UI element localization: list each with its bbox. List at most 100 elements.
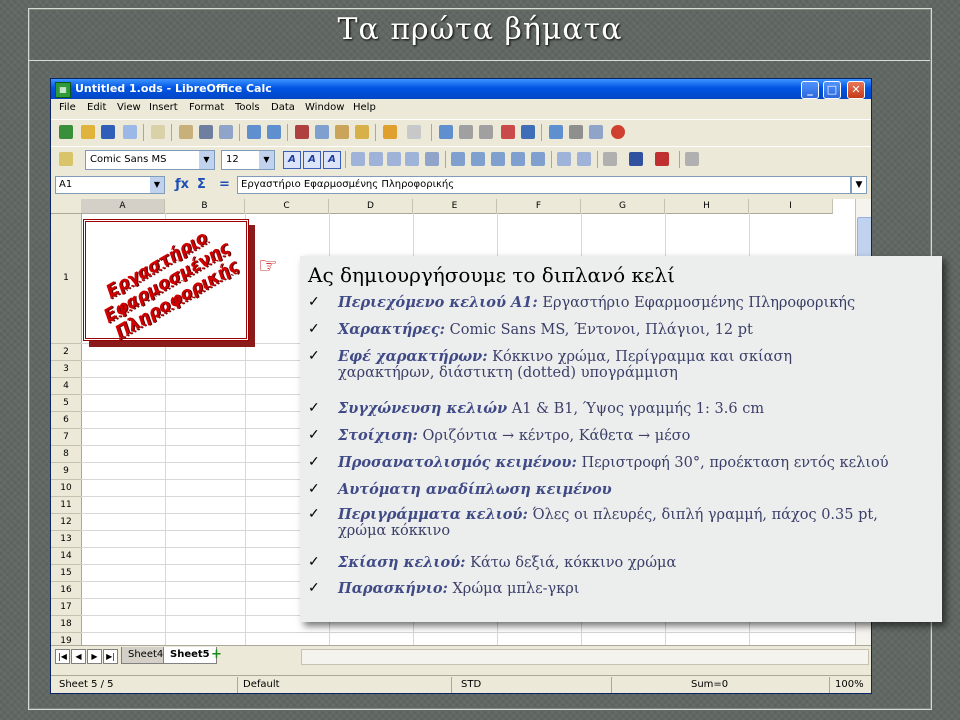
menu-edit[interactable]: Edit bbox=[87, 102, 106, 113]
styles-icon[interactable] bbox=[59, 152, 73, 166]
sort-ascending-icon[interactable] bbox=[459, 125, 473, 139]
save-icon[interactable] bbox=[101, 125, 115, 139]
chevron-down-icon[interactable]: ▼ bbox=[199, 151, 214, 169]
bold-button[interactable]: A bbox=[283, 151, 301, 169]
status-zoom[interactable]: 100% bbox=[835, 679, 864, 690]
chart-icon[interactable] bbox=[501, 125, 515, 139]
menu-view[interactable]: View bbox=[117, 102, 141, 113]
row-header-6[interactable]: 6 bbox=[51, 412, 82, 429]
menu-data[interactable]: Data bbox=[271, 102, 295, 113]
cut-icon[interactable] bbox=[295, 125, 309, 139]
menu-insert[interactable]: Insert bbox=[149, 102, 178, 113]
maximize-button[interactable]: □ bbox=[823, 81, 841, 99]
chevron-down-icon[interactable]: ▼ bbox=[259, 151, 274, 169]
spellcheck-icon[interactable] bbox=[247, 125, 261, 139]
row-header-19[interactable]: 19 bbox=[51, 633, 82, 645]
add-decimal-icon[interactable] bbox=[511, 152, 525, 166]
font-size-combo[interactable]: 12 ▼ bbox=[221, 150, 275, 170]
menu-help[interactable]: Help bbox=[353, 102, 376, 113]
function-wizard-icon[interactable]: ƒx bbox=[175, 177, 189, 192]
name-box[interactable]: A1 ▼ bbox=[55, 176, 165, 194]
formula-input[interactable]: Εργαστήριο Εφαρμοσμένης Πληροφορικής bbox=[237, 176, 851, 194]
merge-cells-icon[interactable] bbox=[425, 152, 439, 166]
edit-file-icon[interactable] bbox=[151, 125, 165, 139]
sheet-tab-sheet5[interactable]: Sheet5 bbox=[163, 647, 217, 664]
delete-decimal-icon[interactable] bbox=[531, 152, 545, 166]
row-header-16[interactable]: 16 bbox=[51, 582, 82, 599]
row-header-3[interactable]: 3 bbox=[51, 361, 82, 378]
toggle-grid-icon[interactable] bbox=[685, 152, 699, 166]
menu-format[interactable]: Format bbox=[189, 102, 224, 113]
percent-format-icon[interactable] bbox=[471, 152, 485, 166]
chevron-down-icon[interactable]: ▼ bbox=[150, 177, 164, 193]
font-color-icon[interactable] bbox=[655, 152, 669, 166]
previous-sheet-icon[interactable]: ◀ bbox=[71, 649, 86, 664]
print-icon[interactable] bbox=[199, 125, 213, 139]
last-sheet-icon[interactable]: ▶| bbox=[103, 649, 118, 664]
expand-formula-bar-icon[interactable]: ▼ bbox=[851, 176, 867, 194]
row-header-2[interactable]: 2 bbox=[51, 344, 82, 361]
close-button[interactable]: ✕ bbox=[847, 81, 865, 99]
export-pdf-icon[interactable] bbox=[179, 125, 193, 139]
gallery-icon[interactable] bbox=[589, 125, 603, 139]
open-icon[interactable] bbox=[81, 125, 95, 139]
autospell-icon[interactable] bbox=[267, 125, 281, 139]
row-header-13[interactable]: 13 bbox=[51, 531, 82, 548]
horizontal-scrollbar[interactable] bbox=[301, 649, 869, 665]
column-header-b[interactable]: B bbox=[165, 199, 245, 214]
next-sheet-icon[interactable]: ▶ bbox=[87, 649, 102, 664]
row-header-14[interactable]: 14 bbox=[51, 548, 82, 565]
add-sheet-icon[interactable]: + bbox=[211, 648, 224, 661]
hyperlink-icon[interactable] bbox=[439, 125, 453, 139]
column-header-d[interactable]: D bbox=[329, 199, 413, 214]
undo-icon[interactable] bbox=[383, 125, 397, 139]
menu-tools[interactable]: Tools bbox=[235, 102, 260, 113]
row-header-15[interactable]: 15 bbox=[51, 565, 82, 582]
status-mode[interactable]: STD bbox=[461, 679, 481, 690]
row-header-11[interactable]: 11 bbox=[51, 497, 82, 514]
underline-button[interactable]: A bbox=[323, 151, 341, 169]
cell-a1[interactable]: Εργαστήριο Εφαρμοσμένης Πληροφορικής bbox=[83, 219, 249, 343]
row-header-9[interactable]: 9 bbox=[51, 463, 82, 480]
font-name-combo[interactable]: Comic Sans MS ▼ bbox=[85, 150, 215, 170]
column-header-i[interactable]: I bbox=[749, 199, 833, 214]
row-header-4[interactable]: 4 bbox=[51, 378, 82, 395]
background-color-icon[interactable] bbox=[629, 152, 643, 166]
redo-icon[interactable] bbox=[407, 125, 421, 139]
column-header-e[interactable]: E bbox=[413, 199, 497, 214]
row-header-18[interactable]: 18 bbox=[51, 616, 82, 633]
menu-window[interactable]: Window bbox=[305, 102, 344, 113]
select-all-corner[interactable] bbox=[51, 199, 82, 214]
currency-format-icon[interactable] bbox=[451, 152, 465, 166]
align-left-icon[interactable] bbox=[351, 152, 365, 166]
column-header-h[interactable]: H bbox=[665, 199, 749, 214]
window-titlebar[interactable]: ▦ Untitled 1.ods - LibreOffice Calc _ □ … bbox=[51, 79, 871, 99]
menu-file[interactable]: File bbox=[59, 102, 76, 113]
new-document-icon[interactable] bbox=[59, 125, 73, 139]
page-preview-icon[interactable] bbox=[219, 125, 233, 139]
show-draw-functions-icon[interactable] bbox=[521, 125, 535, 139]
standard-format-icon[interactable] bbox=[491, 152, 505, 166]
row-header-12[interactable]: 12 bbox=[51, 514, 82, 531]
row-header-10[interactable]: 10 bbox=[51, 480, 82, 497]
sort-descending-icon[interactable] bbox=[479, 125, 493, 139]
paste-icon[interactable] bbox=[335, 125, 349, 139]
align-right-icon[interactable] bbox=[387, 152, 401, 166]
row-header-1[interactable]: 1 bbox=[51, 214, 82, 344]
clone-formatting-icon[interactable] bbox=[355, 125, 369, 139]
increase-indent-icon[interactable] bbox=[577, 152, 591, 166]
borders-icon[interactable] bbox=[603, 152, 617, 166]
copy-icon[interactable] bbox=[315, 125, 329, 139]
sum-icon[interactable]: Σ bbox=[197, 177, 206, 192]
column-header-c[interactable]: C bbox=[245, 199, 329, 214]
align-center-icon[interactable] bbox=[369, 152, 383, 166]
column-header-a[interactable]: A bbox=[81, 199, 165, 214]
italic-button[interactable]: A bbox=[303, 151, 321, 169]
email-icon[interactable] bbox=[123, 125, 137, 139]
row-header-8[interactable]: 8 bbox=[51, 446, 82, 463]
help-icon[interactable] bbox=[611, 125, 625, 139]
column-header-g[interactable]: G bbox=[581, 199, 665, 214]
find-replace-icon[interactable] bbox=[549, 125, 563, 139]
column-header-f[interactable]: F bbox=[497, 199, 581, 214]
row-header-7[interactable]: 7 bbox=[51, 429, 82, 446]
